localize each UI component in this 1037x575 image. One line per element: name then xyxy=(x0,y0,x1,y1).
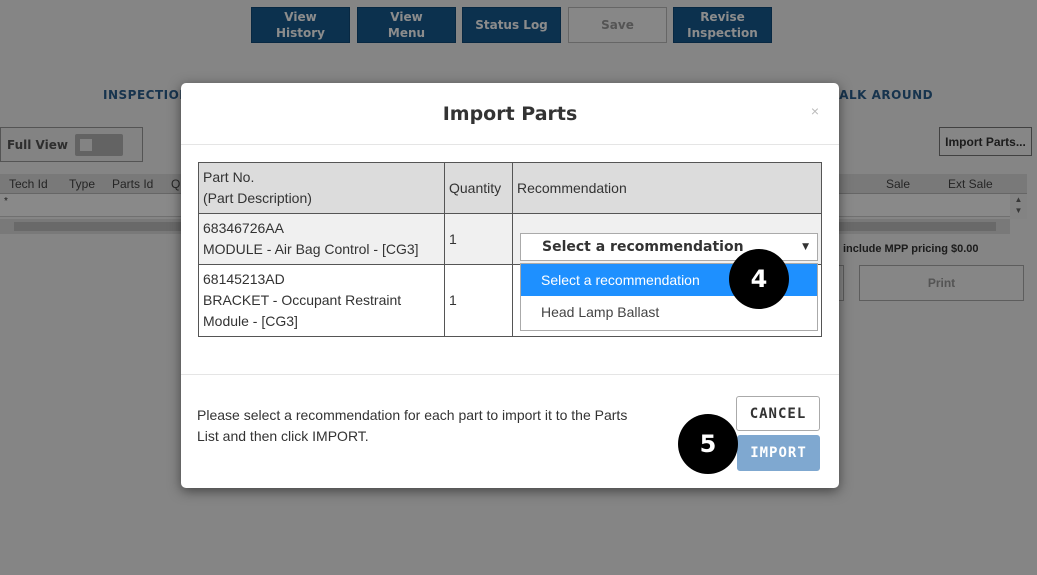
step-5-marker: 5 xyxy=(678,414,738,474)
quantity-cell: 1 xyxy=(444,264,513,337)
chevron-down-icon: ▼ xyxy=(802,242,809,252)
modal-header: Import Parts × xyxy=(181,83,839,145)
step-4-marker: 4 xyxy=(729,249,789,309)
header-quantity: Quantity xyxy=(444,162,513,214)
modal-footer-divider xyxy=(181,374,839,375)
header-part: Part No. (Part Description) xyxy=(198,162,445,214)
select-value: Select a recommendation xyxy=(542,239,744,255)
part-description: BRACKET - Occupant Restraint Module - [C… xyxy=(203,292,402,329)
cancel-button[interactable]: CANCEL xyxy=(736,396,820,431)
part-number: 68346726AA xyxy=(203,220,284,236)
header-recommendation: Recommendation xyxy=(512,162,822,214)
close-icon[interactable]: × xyxy=(811,103,819,119)
part-cell: 68346726AA MODULE - Air Bag Control - [C… xyxy=(198,213,445,265)
part-number: 68145213AD xyxy=(203,271,285,287)
modal-title: Import Parts xyxy=(442,103,578,125)
import-button[interactable]: IMPORT xyxy=(737,435,820,471)
part-cell: 68145213AD BRACKET - Occupant Restraint … xyxy=(198,264,445,337)
part-description: MODULE - Air Bag Control - [CG3] xyxy=(203,241,419,257)
footer-message: Please select a recommendation for each … xyxy=(197,407,628,444)
quantity-cell: 1 xyxy=(444,213,513,265)
